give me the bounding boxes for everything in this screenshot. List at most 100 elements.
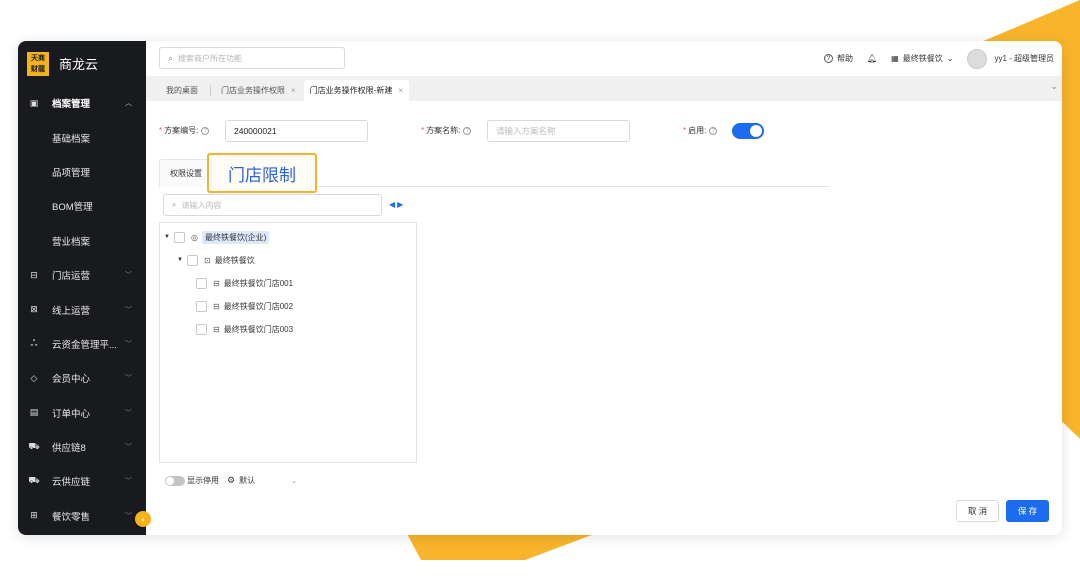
- tree-panel: ▼ ◎ 最终铁餐饮(企业) ▼ ⊡ 最终铁餐饮 ⊟ 最终铁餐饮门店001 ⊟ 最终铁餐饮门店002…: [159, 222, 417, 463]
- tree-search-input[interactable]: ⌕ 请输入内容: [163, 194, 382, 216]
- app-window: 天商 财龍 商龙云 ▣ 档案管理 ︿ 基础档案 品项管理 BOM管理 营业档案 ⊟ 门店运营 ﹀ ⊠…: [18, 41, 1062, 535]
- tree-checkbox[interactable]: [196, 323, 207, 335]
- tree-node-label: 最终铁餐饮: [214, 255, 255, 265]
- tree-checkbox[interactable]: [174, 231, 185, 243]
- online-icon: ⊠: [30, 304, 38, 315]
- question-icon: ?: [463, 126, 472, 135]
- caret-down-icon[interactable]: ▼: [177, 257, 187, 263]
- enable-label: * 启用:?: [683, 125, 718, 136]
- truck-icon: ⛟: [28, 475, 40, 486]
- chevron-down-icon: ﹀: [125, 340, 132, 348]
- tree-node-label: 最终铁餐饮门店003: [223, 324, 294, 334]
- chevron-down-icon: ﹀: [125, 444, 132, 452]
- sidebar-collapse-button[interactable]: ‹: [135, 511, 151, 527]
- help-button[interactable]: ? 帮助: [824, 53, 853, 64]
- sidebar-item-label: 餐饮零售: [52, 511, 91, 523]
- logo-mark: 天商 财龍: [27, 51, 49, 76]
- sidebar: 天商 财龍 商龙云 ▣ 档案管理 ︿ 基础档案 品项管理 BOM管理 营业档案 ⊟ 门店运营 ﹀ ⊠…: [18, 41, 146, 535]
- avatar: [967, 48, 988, 69]
- code-input[interactable]: 240000021: [225, 120, 368, 142]
- tree-checkbox[interactable]: [187, 254, 198, 266]
- cancel-button[interactable]: 取 消: [956, 500, 999, 522]
- caret-down-icon[interactable]: ▼: [164, 234, 174, 240]
- topbar: ⌕ 搜索商户所在功能 ? 帮助 🔔︎ ▦ 最终铁餐饮 ⌄ yy1 - 超级管理员: [146, 41, 1062, 76]
- sidebar-item[interactable]: ⊞ 餐饮零售 ﹀: [18, 499, 146, 533]
- sidebar-item[interactable]: ⛟ 供应链8 ﹀: [18, 430, 146, 464]
- question-icon: ?: [201, 126, 210, 135]
- tree-transfer-arrows[interactable]: ◀▶: [389, 200, 405, 209]
- archive-icon: ▣: [29, 97, 39, 108]
- sidebar-item[interactable]: 基础档案: [18, 120, 146, 154]
- tree-node-label: 最终铁餐饮门店001: [223, 278, 294, 288]
- name-input[interactable]: 请输入方案名称: [487, 120, 630, 142]
- arrow-right-icon: ▶: [397, 200, 406, 209]
- enable-toggle[interactable]: [732, 123, 764, 139]
- save-button[interactable]: 保 存: [1006, 500, 1049, 522]
- code-label: * 方案编号:?: [159, 125, 210, 136]
- global-search-input[interactable]: ⌕ 搜索商户所在功能: [159, 47, 345, 69]
- org-icon: ஃ: [30, 337, 38, 348]
- sidebar-item[interactable]: BOM管理: [18, 189, 146, 223]
- org-switcher[interactable]: ▦ 最终铁餐饮 ⌄: [891, 53, 953, 64]
- tree-node[interactable]: ⊟ 最终铁餐饮门店002: [196, 298, 293, 314]
- sidebar-item[interactable]: ◇ 会员中心 ﹀: [18, 361, 146, 395]
- tree-checkbox[interactable]: [196, 277, 207, 289]
- sidebar-item[interactable]: ஃ 云资金管理平... ﹀: [18, 327, 146, 361]
- sidebar-item[interactable]: 品项管理: [18, 155, 146, 189]
- sidebar-item[interactable]: ⊟ 门店运营 ﹀: [18, 258, 146, 292]
- sidebar-item-label: 订单中心: [52, 408, 91, 420]
- tab-store-permission[interactable]: 门店业务操作权限 ×: [215, 80, 302, 101]
- enterprise-icon: ◎: [191, 232, 198, 242]
- sidebar-item[interactable]: ⊠ 线上运营 ﹀: [18, 292, 146, 326]
- sidebar-item-label: 档案管理: [52, 99, 91, 111]
- chevron-down-icon[interactable]: ⌄: [291, 477, 297, 485]
- tree-node[interactable]: ⊟ 最终铁餐饮门店001: [196, 275, 293, 291]
- search-icon: ⌕: [172, 200, 177, 209]
- main-area: ⌕ 搜索商户所在功能 ? 帮助 🔔︎ ▦ 最终铁餐饮 ⌄ yy1 - 超级管理员…: [146, 41, 1062, 535]
- chevron-down-icon[interactable]: ⌄: [1050, 81, 1058, 92]
- brand-icon: ⊡: [204, 255, 211, 265]
- tab-permission-settings[interactable]: 权限设置: [159, 159, 213, 187]
- gear-icon[interactable]: ⚙: [227, 475, 235, 486]
- sidebar-item-label: 会员中心: [52, 374, 91, 386]
- chevron-down-icon: ﹀: [125, 272, 132, 280]
- sidebar-item-label: 品项管理: [52, 167, 91, 179]
- form-row: * 方案编号:? 240000021 * 方案名称:? 请输入方案名称 * 启用:?: [146, 120, 1062, 142]
- sidebar-menu: ▣ 档案管理 ︿ 基础档案品项管理 BOM管理营业档案 ⊟ 门店运营 ﹀ ⊠ 线上运营 ﹀ ஃ 云资金管…: [18, 86, 146, 533]
- question-icon: ?: [709, 126, 718, 135]
- logo-text: 商龙云: [59, 57, 99, 72]
- chevron-down-icon: ﹀: [125, 409, 132, 417]
- building-icon: ▦: [891, 54, 899, 63]
- tree-checkbox[interactable]: [196, 300, 207, 312]
- chevron-down-icon: ﹀: [125, 478, 132, 486]
- chevron-up-icon: ︿: [125, 100, 132, 108]
- logo: 天商 财龍 商龙云: [18, 41, 146, 86]
- store-icon: ⊟: [213, 324, 220, 334]
- sidebar-item[interactable]: ⛟ 云供应链 ﹀: [18, 464, 146, 498]
- store-icon: ⊟: [30, 269, 38, 280]
- store-icon: ⊟: [213, 301, 220, 311]
- tree-node[interactable]: ⊟ 最终铁餐饮门店003: [196, 321, 293, 337]
- tab-desktop[interactable]: 我的桌面: [160, 80, 204, 101]
- notification-button[interactable]: 🔔︎: [867, 54, 877, 63]
- sidebar-item[interactable]: ▤ 订单中心 ﹀: [18, 396, 146, 430]
- chevron-down-icon: ﹀: [125, 375, 132, 383]
- store-icon: ⊟: [213, 278, 220, 288]
- topbar-actions: ? 帮助 🔔︎ ▦ 最终铁餐饮 ⌄ yy1 - 超级管理员: [810, 41, 1054, 76]
- user-menu[interactable]: yy1 - 超级管理员: [967, 48, 1054, 69]
- sidebar-item-label: 云资金管理平...: [52, 339, 117, 351]
- sidebar-item-label: BOM管理: [52, 202, 93, 214]
- tab-separator: [210, 85, 211, 96]
- close-icon[interactable]: ×: [398, 86, 403, 95]
- search-icon: ⌕: [168, 52, 174, 63]
- sidebar-item-label: 供应链8: [52, 443, 86, 455]
- bell-icon: 🔔︎: [867, 54, 878, 63]
- tree-node[interactable]: ▼ ◎ 最终铁餐饮(企业): [164, 229, 270, 245]
- close-icon[interactable]: ×: [291, 86, 296, 95]
- tree-node[interactable]: ▼ ⊡ 最终铁餐饮: [177, 252, 255, 268]
- tab-store-permission-new[interactable]: 门店业务操作权限-新建 ×: [303, 80, 410, 101]
- chevron-down-icon: ﹀: [125, 306, 132, 314]
- show-disabled-toggle[interactable]: [165, 475, 185, 486]
- sidebar-item[interactable]: 营业档案: [18, 224, 146, 258]
- sidebar-item[interactable]: ▣ 档案管理 ︿: [18, 86, 146, 120]
